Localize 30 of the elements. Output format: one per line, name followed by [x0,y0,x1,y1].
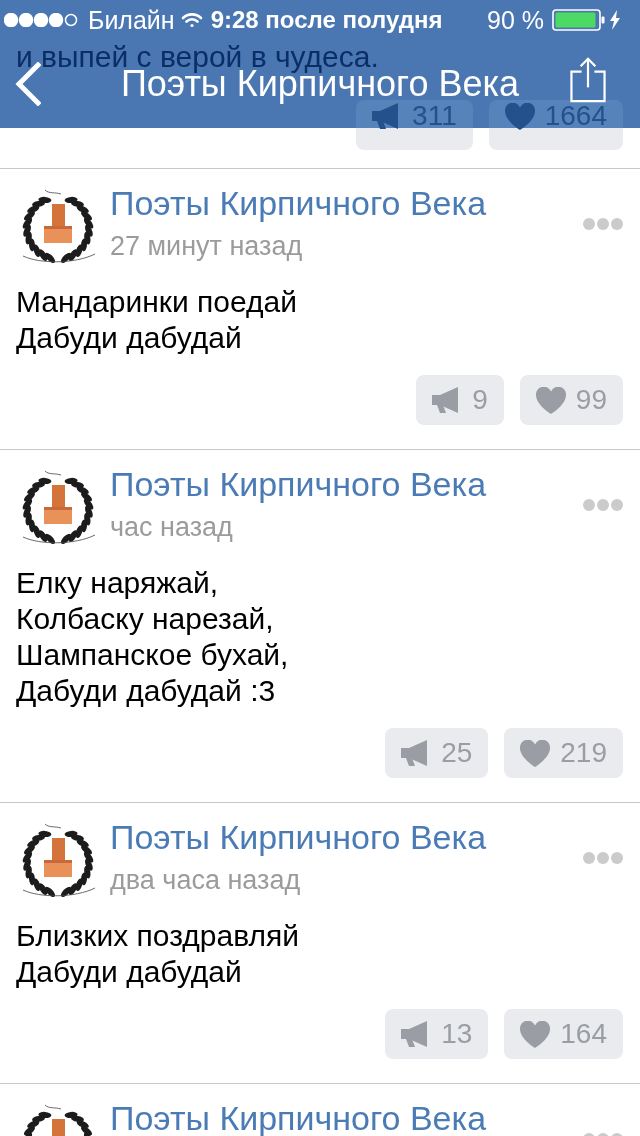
repost-button[interactable]: 13 [385,1009,489,1059]
author-name[interactable]: Поэты Кирпичного Века [110,819,487,855]
heart-icon [535,386,566,414]
carrier-name: Билайн [88,5,175,35]
charging-bolt-icon [610,10,620,30]
signal-dots-icon [4,13,78,27]
repost-button[interactable]: 25 [385,728,489,778]
heart-icon [520,1020,551,1048]
author-name[interactable]: Поэты Кирпичного Века [110,466,487,502]
post-time: час назад [110,512,234,542]
battery-icon [552,9,606,31]
author-name[interactable]: Поэты Кирпичного Века [110,185,487,221]
repost-button[interactable]: 9 [416,375,504,425]
battery-percent: 90 % [487,5,544,35]
post-time: 27 минут назад [110,231,304,261]
more-options-icon[interactable] [583,218,623,230]
more-options-icon[interactable] [583,852,623,864]
more-options-icon[interactable] [583,499,623,511]
post-time: два часа назад [110,865,302,895]
heart-icon [520,739,551,767]
post-text: Елку наряжай, Колбаску нарезай, Шампанское бухай, Дабуди дабудай :3 [15,565,290,709]
status-time: 9:28 после полудня [210,5,443,35]
post-text: Мандаринки поедай Дабуди дабудай [15,284,298,356]
share-icon[interactable] [569,57,607,103]
like-button[interactable]: 219 [504,728,623,778]
post-text: Близких поздравляй Дабуди дабудай [15,918,300,990]
like-button[interactable]: 99 [519,375,623,425]
wifi-icon [180,12,203,28]
heart-icon [504,102,535,130]
like-button[interactable]: 164 [504,1009,623,1059]
